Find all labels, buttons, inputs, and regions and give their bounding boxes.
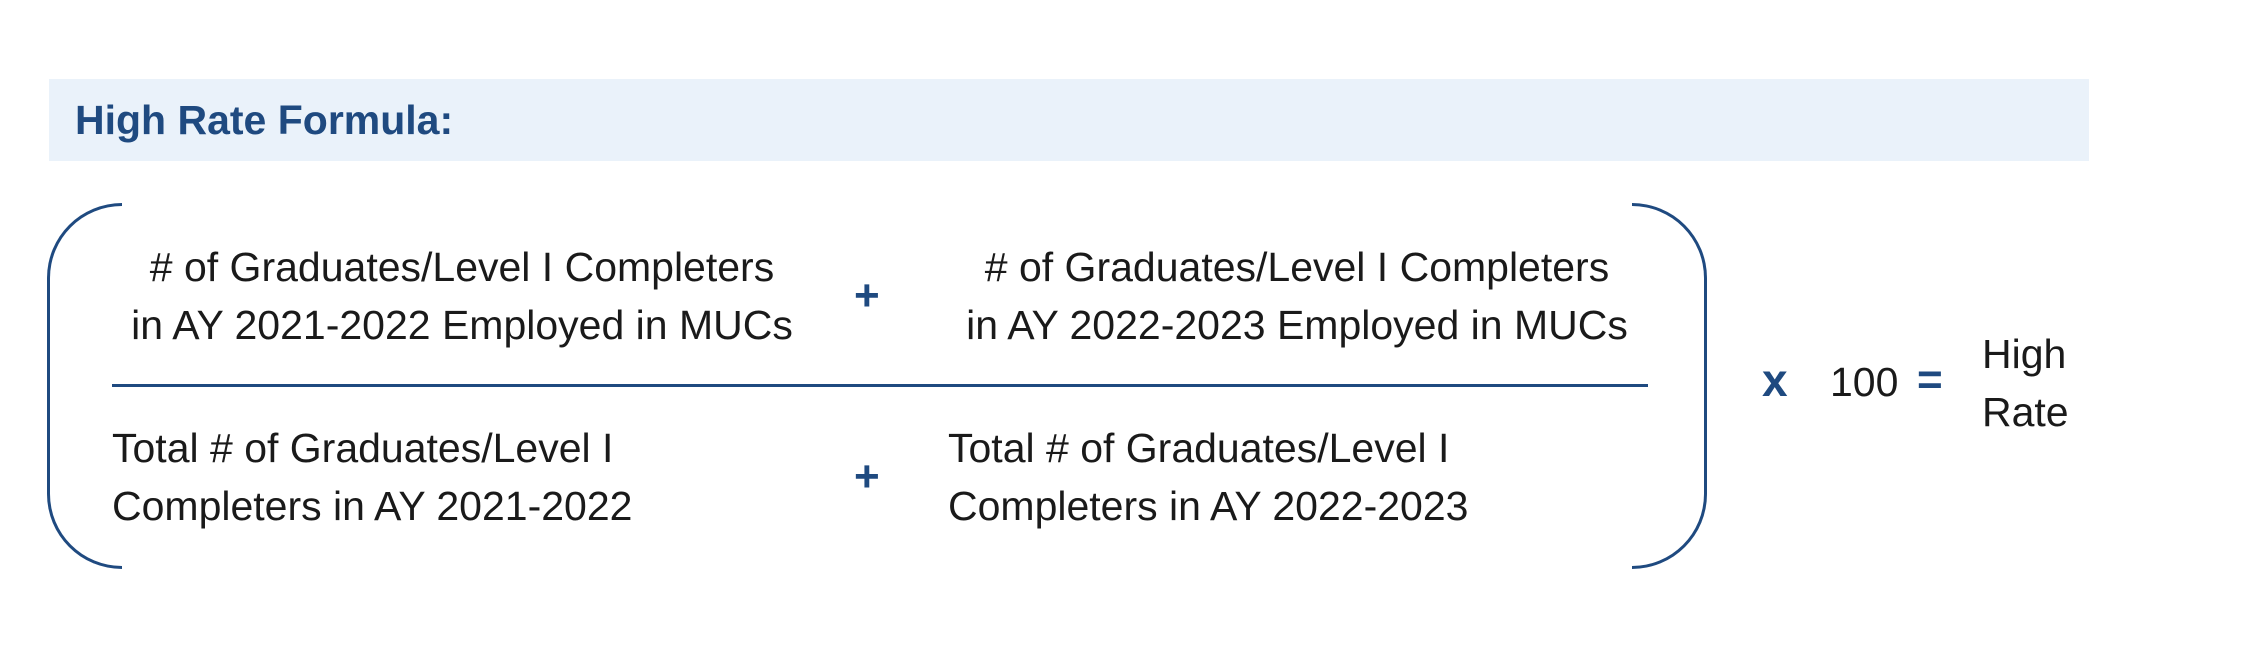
numerator-plus-operator: + — [854, 271, 880, 320]
numerator-term-2022-2023: # of Graduates/Level I Completers in AY … — [942, 238, 1652, 354]
denominator-term-2022-2023-line1: Total # of Graduates/Level I — [948, 425, 1450, 471]
denominator-term-2022-2023: Total # of Graduates/Level I Completers … — [948, 419, 1648, 535]
formula-result: High Rate — [1982, 325, 2069, 441]
formula-header: High Rate Formula: — [49, 79, 2089, 161]
denominator-plus-operator: + — [854, 452, 880, 501]
formula-title: High Rate Formula: — [75, 97, 454, 143]
numerator-term-2022-2023-line2: in AY 2022-2023 Employed in MUCs — [966, 302, 1628, 348]
equals-operator: = — [1917, 355, 1943, 404]
denominator-term-2021-2022-line2: Completers in AY 2021-2022 — [112, 483, 633, 529]
formula-result-line1: High — [1982, 331, 2067, 377]
fraction-divider-line — [112, 384, 1648, 387]
denominator-term-2021-2022-line1: Total # of Graduates/Level I — [112, 425, 614, 471]
numerator-term-2021-2022: # of Graduates/Level I Completers in AY … — [112, 238, 812, 354]
formula-result-line2: Rate — [1982, 389, 2069, 435]
numerator-term-2021-2022-line1: # of Graduates/Level I Completers — [149, 244, 775, 290]
denominator-term-2021-2022: Total # of Graduates/Level I Completers … — [112, 419, 812, 535]
left-bracket — [47, 203, 122, 569]
multiplier-value: 100 — [1830, 359, 1899, 405]
numerator-term-2022-2023-line1: # of Graduates/Level I Completers — [984, 244, 1610, 290]
multiply-operator: x — [1762, 354, 1788, 406]
numerator-term-2021-2022-line2: in AY 2021-2022 Employed in MUCs — [131, 302, 793, 348]
denominator-term-2022-2023-line2: Completers in AY 2022-2023 — [948, 483, 1469, 529]
